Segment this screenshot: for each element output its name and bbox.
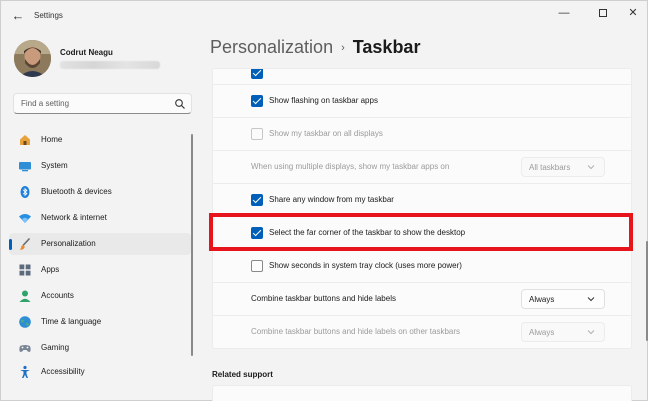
apps-icon — [19, 264, 31, 276]
show-flashing-checkbox[interactable] — [251, 95, 263, 107]
partial-checkbox[interactable] — [251, 69, 263, 79]
sidebar-item-label: Time & language — [41, 317, 102, 326]
setting-label: Select the far corner of the taskbar to … — [269, 228, 466, 237]
breadcrumb-parent[interactable]: Personalization — [210, 37, 333, 57]
accessibility-icon — [20, 365, 30, 378]
dropdown-value: Always — [529, 328, 555, 337]
back-arrow-icon[interactable]: ← — [9, 7, 27, 25]
sidebar-item-network[interactable]: Network & internet — [9, 207, 191, 229]
sidebar-item-label: System — [41, 161, 68, 170]
setting-row-show-flashing: Show flashing on taskbar apps — [213, 84, 631, 117]
dropdown-value: All taskbars — [529, 163, 571, 172]
active-indicator — [9, 239, 12, 250]
sidebar-item-label: Accounts — [41, 291, 74, 300]
related-support-heading: Related support — [212, 370, 273, 379]
accounts-icon — [19, 290, 31, 302]
chevron-down-icon — [587, 297, 595, 302]
window-title: Settings — [34, 11, 63, 20]
page-title: Taskbar — [352, 37, 421, 57]
settings-window: ← Settings — ✕ Codrut Neagu Find a setti… — [0, 0, 648, 401]
combine-dropdown[interactable]: Always — [521, 289, 605, 309]
setting-row-far-corner: Select the far corner of the taskbar to … — [213, 216, 631, 249]
chevron-down-icon — [587, 330, 595, 335]
sidebar-item-accounts[interactable]: Accounts — [9, 285, 191, 307]
search-input[interactable]: Find a setting — [13, 93, 192, 114]
sidebar-item-label: Accessibility — [41, 367, 85, 376]
home-icon — [20, 135, 30, 145]
globe-icon — [19, 316, 31, 328]
user-email-blurred — [60, 61, 160, 69]
setting-label: Combine taskbar buttons and hide labels — [251, 294, 396, 303]
setting-label: Show seconds in system tray clock (uses … — [269, 261, 462, 270]
sidebar-item-label: Bluetooth & devices — [41, 187, 112, 196]
chevron-right-icon: › — [341, 42, 345, 54]
setting-label: Combine taskbar buttons and hide labels … — [251, 327, 461, 336]
share-window-checkbox[interactable] — [251, 194, 263, 206]
avatar[interactable] — [14, 40, 51, 77]
sidebar-item-time-language[interactable]: Time & language — [9, 311, 191, 333]
title-bar: ← Settings — ✕ — [1, 1, 647, 31]
sidebar-item-label: Gaming — [41, 343, 70, 352]
sidebar-item-label: Apps — [41, 265, 60, 274]
dropdown-value: Always — [529, 295, 555, 304]
multiple-displays-dropdown[interactable]: All taskbars — [521, 157, 605, 177]
sidebar-item-gaming[interactable]: Gaming — [9, 337, 191, 359]
minimize-icon[interactable]: — — [552, 5, 576, 21]
gaming-icon — [19, 345, 31, 352]
show-seconds-checkbox[interactable] — [251, 260, 263, 272]
search-placeholder: Find a setting — [21, 99, 70, 108]
breadcrumb: Personalization › Taskbar — [210, 37, 420, 58]
setting-row-show-all-displays: Show my taskbar on all displays — [213, 117, 631, 150]
search-icon[interactable] — [174, 98, 186, 110]
setting-row-multiple-displays: When using multiple displays, show my ta… — [213, 150, 631, 183]
setting-label: Share any window from my taskbar — [269, 195, 394, 204]
bluetooth-icon — [20, 186, 30, 198]
maximize-icon[interactable] — [591, 5, 615, 21]
sidebar-item-personalization[interactable]: Personalization — [9, 233, 191, 255]
related-support-card[interactable] — [212, 385, 632, 401]
far-corner-checkbox[interactable] — [251, 227, 263, 239]
sidebar-item-label: Network & internet — [41, 213, 107, 222]
wifi-icon — [19, 214, 31, 223]
sidebar-item-apps[interactable]: Apps — [9, 259, 191, 281]
sidebar-item-accessibility[interactable]: Accessibility — [9, 361, 191, 383]
close-icon[interactable]: ✕ — [621, 5, 645, 21]
sidebar-item-bluetooth[interactable]: Bluetooth & devices — [9, 181, 191, 203]
setting-label: Show flashing on taskbar apps — [269, 96, 378, 105]
chevron-down-icon — [587, 165, 595, 170]
brush-icon — [19, 237, 31, 250]
combine-other-dropdown[interactable]: Always — [521, 322, 605, 342]
system-icon — [19, 162, 31, 172]
setting-row-combine-other: Combine taskbar buttons and hide labels … — [213, 315, 631, 348]
user-name: Codrut Neagu — [60, 48, 113, 57]
taskbar-behaviors-panel: Show flashing on taskbar apps Show my ta… — [212, 68, 632, 349]
setting-label: When using multiple displays, show my ta… — [251, 162, 450, 171]
sidebar-item-system[interactable]: System — [9, 155, 191, 177]
setting-label: Show my taskbar on all displays — [269, 129, 383, 138]
setting-row-share-window: Share any window from my taskbar — [213, 183, 631, 216]
sidebar-item-label: Home — [41, 135, 63, 144]
show-all-displays-checkbox[interactable] — [251, 128, 263, 140]
setting-row-combine: Combine taskbar buttons and hide labels … — [213, 282, 631, 315]
sidebar-item-home[interactable]: Home — [9, 129, 191, 151]
sidebar-scrollbar[interactable] — [191, 134, 193, 356]
setting-row-show-seconds: Show seconds in system tray clock (uses … — [213, 249, 631, 282]
sidebar-item-label: Personalization — [41, 239, 96, 248]
